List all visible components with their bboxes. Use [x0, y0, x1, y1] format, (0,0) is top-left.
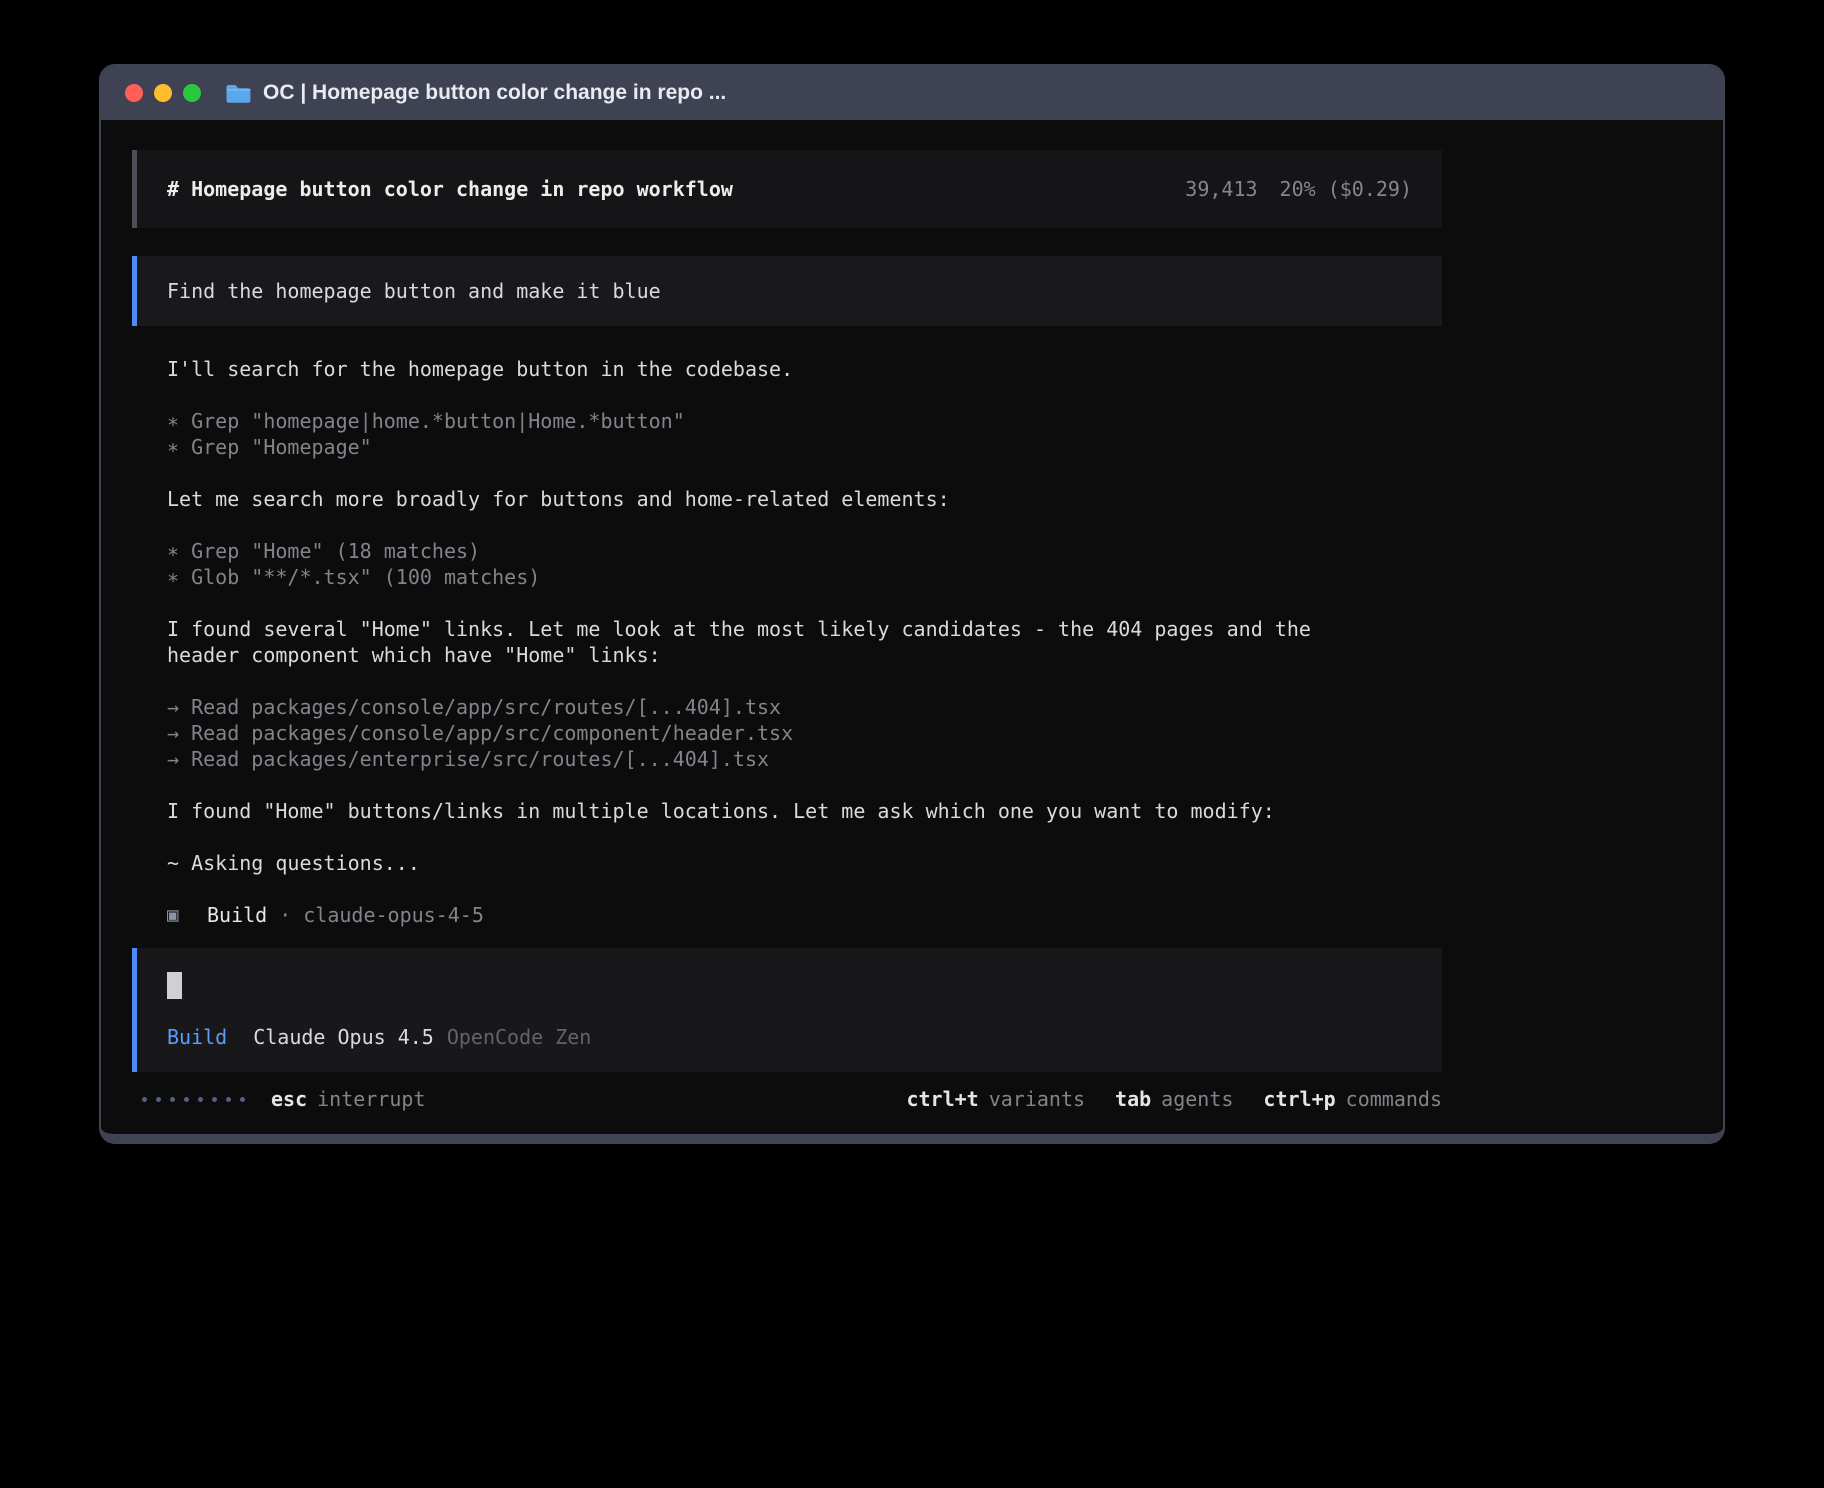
- spinner-dots: [142, 1097, 245, 1102]
- session-title: # Homepage button color change in repo w…: [167, 176, 733, 202]
- transcript: I'll search for the homepage button in t…: [132, 356, 1442, 876]
- text-cursor: [167, 972, 182, 999]
- spinner-dot: [198, 1097, 203, 1102]
- transcript-line: → Read packages/console/app/src/componen…: [167, 720, 1367, 746]
- shortcut-commands: ctrl+p commands: [1263, 1086, 1442, 1112]
- transcript-line: ∗ Glob "**/*.tsx" (100 matches): [167, 564, 1367, 590]
- shortcut-label: interrupt: [317, 1086, 425, 1112]
- folder-icon: [225, 83, 252, 104]
- agent-status-row: ▣ Build · claude-opus-4-5: [132, 902, 1442, 928]
- shortcut-variants: ctrl+t variants: [906, 1086, 1085, 1112]
- mode-label[interactable]: Build: [167, 1024, 227, 1050]
- transcript-text-paragraph: Let me search more broadly for buttons a…: [167, 486, 1367, 512]
- spinner-dot: [156, 1097, 161, 1102]
- input-meta: Build Claude Opus 4.5 OpenCode Zen: [167, 1024, 1412, 1050]
- shortcut-label: agents: [1161, 1086, 1233, 1112]
- transcript-line: Let me search more broadly for buttons a…: [167, 486, 1367, 512]
- spinner-dot: [142, 1097, 147, 1102]
- agent-name: Build: [207, 902, 267, 928]
- spinner-dot: [170, 1097, 175, 1102]
- provider-label: OpenCode Zen: [447, 1024, 592, 1050]
- shortcut-label: commands: [1346, 1086, 1442, 1112]
- spinner-dot: [226, 1097, 231, 1102]
- token-count: 39,413: [1185, 176, 1257, 202]
- close-button[interactable]: [125, 84, 143, 102]
- agent-separator: ·: [279, 902, 291, 928]
- transcript-line: → Read packages/enterprise/src/routes/[.…: [167, 746, 1367, 772]
- transcript-tool-paragraph: ∗ Grep "Home" (18 matches)∗ Glob "**/*.t…: [167, 538, 1367, 590]
- shortcut-key: ctrl+t: [906, 1086, 978, 1112]
- spinner-dot: [184, 1097, 189, 1102]
- transcript-text-paragraph: I found several "Home" links. Let me loo…: [167, 616, 1367, 668]
- transcript-line: I'll search for the homepage button in t…: [167, 356, 1367, 382]
- transcript-text-paragraph: I found "Home" buttons/links in multiple…: [167, 798, 1367, 824]
- agent-model: claude-opus-4-5: [303, 902, 484, 928]
- shortcut-interrupt: esc interrupt: [271, 1086, 426, 1112]
- minimize-button[interactable]: [154, 84, 172, 102]
- user-message: Find the homepage button and make it blu…: [132, 256, 1442, 326]
- status-bar: esc interrupt ctrl+t variants tab agents…: [132, 1086, 1442, 1112]
- shortcut-key: ctrl+p: [1263, 1086, 1335, 1112]
- titlebar[interactable]: OC | Homepage button color change in rep…: [101, 66, 1723, 120]
- transcript-line: → Read packages/console/app/src/routes/[…: [167, 694, 1367, 720]
- window-title-group: OC | Homepage button color change in rep…: [225, 81, 726, 105]
- transcript-line: I found "Home" buttons/links in multiple…: [167, 798, 1367, 824]
- transcript-text-paragraph: ~ Asking questions...: [167, 850, 1367, 876]
- context-usage: 20% ($0.29): [1280, 176, 1412, 202]
- window-title: OC | Homepage button color change in rep…: [263, 81, 726, 105]
- zoom-button[interactable]: [183, 84, 201, 102]
- user-message-text: Find the homepage button and make it blu…: [167, 278, 661, 304]
- transcript-text-paragraph: I'll search for the homepage button in t…: [167, 356, 1367, 382]
- transcript-line: I found several "Home" links. Let me loo…: [167, 616, 1367, 668]
- shortcut-agents: tab agents: [1115, 1086, 1233, 1112]
- prompt-input[interactable]: Build Claude Opus 4.5 OpenCode Zen: [132, 948, 1442, 1072]
- transcript-tool-paragraph: ∗ Grep "homepage|home.*button|Home.*butt…: [167, 408, 1367, 460]
- agent-icon: ▣: [167, 902, 207, 928]
- transcript-tool-paragraph: → Read packages/console/app/src/routes/[…: [167, 694, 1367, 772]
- transcript-line: ~ Asking questions...: [167, 850, 1367, 876]
- shortcut-key: esc: [271, 1086, 307, 1112]
- session-header: # Homepage button color change in repo w…: [132, 150, 1442, 228]
- session-usage: 39,413 20% ($0.29): [1185, 176, 1412, 202]
- status-bar-right: ctrl+t variants tab agents ctrl+p comman…: [906, 1086, 1442, 1112]
- shortcut-key: tab: [1115, 1086, 1151, 1112]
- spinner-dot: [240, 1097, 245, 1102]
- traffic-lights: [125, 84, 201, 102]
- model-label[interactable]: Claude Opus 4.5: [253, 1024, 434, 1050]
- terminal-window: OC | Homepage button color change in rep…: [99, 64, 1725, 1144]
- transcript-line: ∗ Grep "homepage|home.*button|Home.*butt…: [167, 408, 1367, 434]
- transcript-line: ∗ Grep "Home" (18 matches): [167, 538, 1367, 564]
- spinner-dot: [212, 1097, 217, 1102]
- shortcut-label: variants: [989, 1086, 1085, 1112]
- transcript-line: ∗ Grep "Homepage": [167, 434, 1367, 460]
- status-bar-left: esc interrupt: [132, 1086, 426, 1112]
